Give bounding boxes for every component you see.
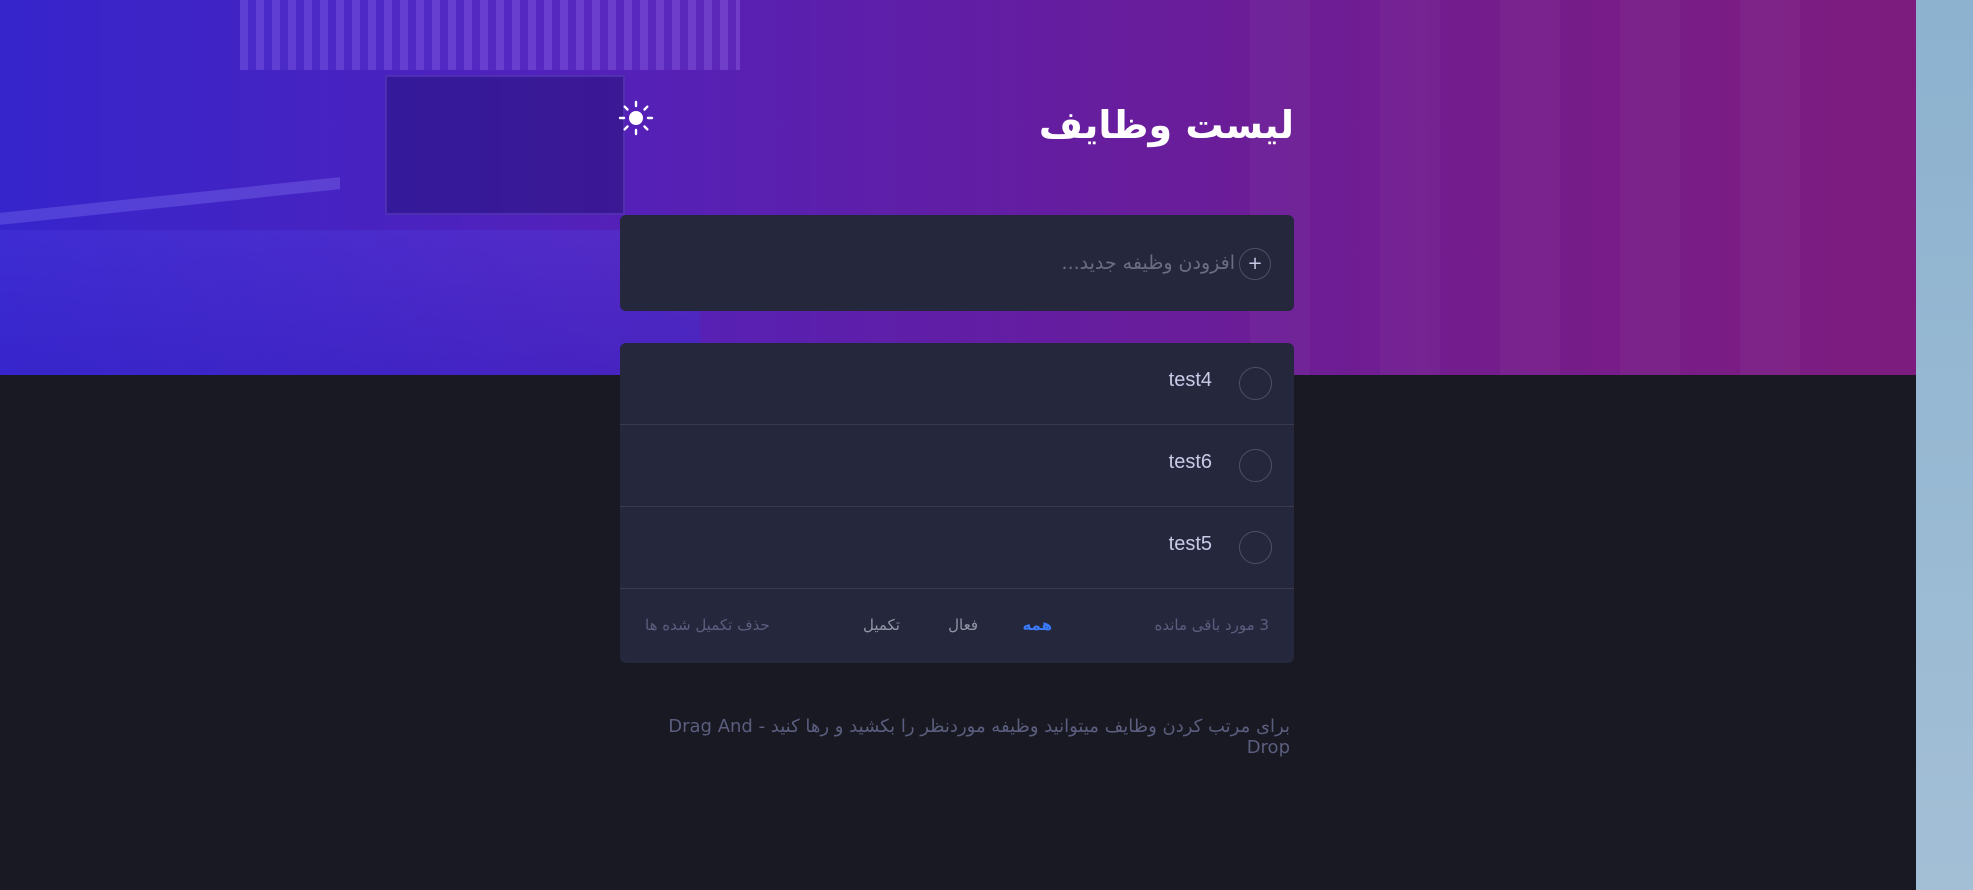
filter-all-button[interactable]: همه: [1022, 616, 1052, 634]
plus-icon: +: [1247, 253, 1263, 274]
new-todo-input[interactable]: [640, 245, 1235, 281]
todo-item[interactable]: test4: [620, 343, 1294, 425]
new-todo-box: +: [620, 215, 1294, 311]
filter-completed-button[interactable]: تکمیل: [863, 616, 900, 634]
page-title: لیست وظایف: [1038, 103, 1294, 147]
hero-background-image: [0, 0, 1916, 375]
side-background-strip: [1916, 0, 1973, 890]
todo-checkbox[interactable]: [1239, 449, 1272, 482]
todo-checkbox[interactable]: [1239, 367, 1272, 400]
add-todo-button[interactable]: +: [1239, 248, 1271, 280]
drag-drop-hint: برای مرتب کردن وظایف میتوانید وظیفه مورد…: [668, 716, 1290, 758]
clear-completed-button[interactable]: حذف تکمیل شده ها: [645, 616, 770, 634]
todo-item[interactable]: test6: [620, 425, 1294, 507]
filter-active-button[interactable]: فعال: [948, 616, 978, 634]
todo-item[interactable]: test5: [620, 507, 1294, 589]
hero-gradient-overlay: [0, 0, 1916, 375]
todo-list: test4 test6 test5 3 مورد باقی مانده همه …: [620, 343, 1294, 663]
todo-text: test4: [1168, 369, 1212, 391]
todo-footer: 3 مورد باقی مانده همه فعال تکمیل حذف تکم…: [620, 589, 1294, 663]
todo-text: test6: [1168, 451, 1212, 473]
app-viewport: لیست وظایف + test4 test6 test5 3 مورد با…: [0, 0, 1916, 890]
todo-text: test5: [1168, 533, 1212, 555]
todo-checkbox[interactable]: [1239, 531, 1272, 564]
sun-icon: [618, 100, 654, 136]
items-remaining-count: 3 مورد باقی مانده: [1154, 616, 1270, 634]
theme-toggle-button[interactable]: [616, 98, 656, 138]
